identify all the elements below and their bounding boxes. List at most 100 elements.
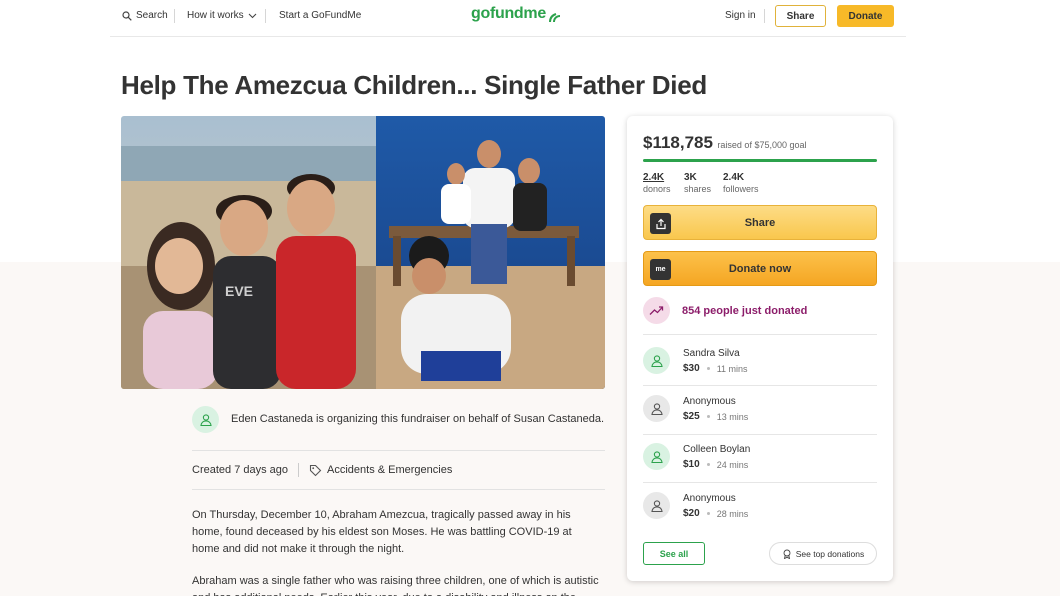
share-label: Share — [786, 10, 815, 22]
donor-details: $25 13 mins — [683, 411, 748, 422]
donate-label: Donate — [848, 10, 883, 22]
sign-in-label: Sign in — [725, 10, 756, 21]
see-top-donations-button[interactable]: See top donations — [769, 542, 877, 565]
donor-details: $10 24 mins — [683, 459, 748, 470]
see-all-button[interactable]: See all — [643, 542, 705, 565]
donor-divider — [643, 334, 877, 335]
section-divider — [192, 450, 605, 451]
donor-amount: $25 — [683, 411, 700, 422]
donor-time: 13 mins — [716, 411, 749, 422]
followers-label: followers — [723, 184, 759, 194]
donors-count: 2.4K — [643, 172, 665, 183]
organizer-text: Eden Castaneda is organizing this fundra… — [231, 413, 605, 425]
donor-amount: $20 — [683, 508, 700, 519]
share-button-header[interactable]: Share — [775, 5, 826, 27]
followers-count: 2.4K — [723, 172, 745, 183]
campaign-photo-image: EVE — [121, 116, 605, 389]
dot-separator — [706, 415, 710, 418]
shares-label: shares — [684, 184, 712, 194]
progress-fill — [643, 159, 877, 162]
donation-card: $118,785 raised of $75,000 goal 2.4K don… — [627, 116, 893, 581]
share-button-label: Share — [744, 216, 776, 229]
section-divider — [192, 489, 605, 490]
see-top-donations-label: See top donations — [795, 548, 865, 559]
donor-amount: $10 — [683, 459, 700, 470]
badge-text: me — [655, 266, 666, 273]
raised-amount: $118,785 — [643, 133, 713, 152]
how-it-works-menu[interactable]: How it works — [187, 10, 257, 21]
donor-icon — [650, 450, 663, 463]
organizer-user-icon — [199, 413, 212, 426]
donor-amount: $30 — [683, 363, 700, 374]
campaign-photo[interactable]: EVE — [121, 116, 605, 389]
donor-time: 28 mins — [716, 508, 749, 519]
goal-text: raised of $75,000 goal — [717, 140, 807, 150]
campaign-title: Help The Amezcua Children... Single Fath… — [121, 70, 707, 100]
gofundme-badge-icon: me — [650, 259, 671, 280]
donor-avatar — [643, 443, 670, 470]
nav-divider — [174, 9, 175, 23]
donor-name: Colleen Boylan — [683, 444, 751, 455]
organizer-avatar — [192, 406, 219, 433]
nav-divider — [265, 9, 266, 23]
chevron-down-icon — [248, 13, 257, 18]
donor-divider — [643, 385, 877, 386]
progress-bar — [643, 159, 877, 162]
search-label: Search — [136, 10, 168, 21]
search-link[interactable]: Search — [122, 10, 168, 21]
donor-time: 24 mins — [716, 459, 749, 470]
dot-separator — [706, 367, 710, 370]
donor-divider — [643, 482, 877, 483]
trending-up-icon — [643, 297, 670, 324]
donor-name: Anonymous — [683, 493, 736, 504]
donor-avatar — [643, 395, 670, 422]
nav-divider — [764, 9, 765, 23]
logo-sprout-icon — [548, 13, 560, 23]
share-button[interactable]: Share — [643, 205, 877, 240]
shares-stat: 3K shares — [684, 172, 711, 194]
category-link[interactable]: Accidents & Emergencies — [327, 464, 452, 476]
top-navigation: Search How it works Start a GoFundMe gof… — [110, 0, 906, 37]
donor-details: $20 28 mins — [683, 508, 748, 519]
created-date: Created 7 days ago — [192, 464, 289, 476]
donor-details: $30 11 mins — [683, 363, 748, 374]
followers-stat: 2.4K followers — [723, 172, 759, 194]
raised-summary: $118,785 raised of $75,000 goal — [643, 133, 807, 153]
donor-icon — [650, 499, 663, 512]
svg-text:EVE: EVE — [225, 283, 253, 299]
start-gofundme-link[interactable]: Start a GoFundMe — [279, 10, 361, 21]
donate-now-label: Donate now — [728, 262, 792, 275]
meta-divider — [298, 463, 300, 477]
recent-donations-notice: 854 people just donated — [643, 297, 807, 324]
sign-in-link[interactable]: Sign in — [725, 10, 756, 21]
donor-item: Sandra Silva $30 11 mins — [643, 339, 877, 385]
donors-stat[interactable]: 2.4K donors — [643, 172, 671, 194]
donor-avatar — [643, 492, 670, 519]
donor-avatar — [643, 347, 670, 374]
gofundme-logo[interactable]: gofundme — [471, 5, 561, 23]
story-paragraph: Abraham was a single father who was rais… — [192, 575, 599, 596]
story-paragraph: On Thursday, December 10, Abraham Amezcu… — [192, 509, 572, 555]
donors-label: donors — [643, 184, 671, 194]
star-badge-icon — [783, 549, 791, 559]
donor-name: Sandra Silva — [683, 348, 740, 359]
just-donated-text: 854 people just donated — [682, 304, 808, 317]
tag-icon — [309, 464, 322, 476]
donor-name: Anonymous — [683, 396, 736, 407]
donate-now-button[interactable]: me Donate now — [643, 251, 877, 286]
donor-item: Anonymous $25 13 mins — [643, 387, 877, 433]
donor-item: Colleen Boylan $10 24 mins — [643, 435, 877, 481]
start-gofundme-label: Start a GoFundMe — [279, 10, 362, 21]
dot-separator — [706, 463, 710, 466]
how-it-works-label: How it works — [187, 10, 244, 21]
shares-count: 3K — [684, 172, 697, 183]
donor-icon — [650, 354, 663, 367]
dot-separator — [706, 512, 710, 515]
donate-button-header[interactable]: Donate — [837, 5, 894, 27]
see-all-label: See all — [659, 548, 689, 559]
search-icon — [122, 10, 132, 21]
campaign-meta: Created 7 days ago Accidents & Emergenci… — [192, 463, 452, 477]
logo-text: gofundme — [471, 5, 546, 22]
donor-item: Anonymous $20 28 mins — [643, 484, 877, 530]
donor-time: 11 mins — [716, 363, 748, 374]
